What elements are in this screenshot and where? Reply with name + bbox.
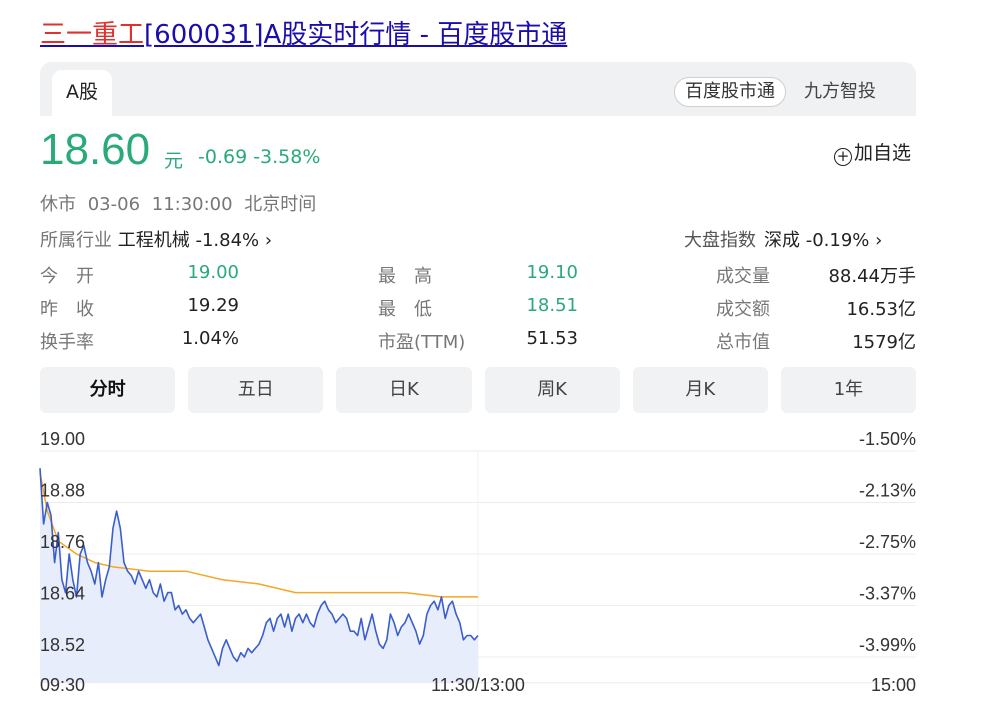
stat-label: 最 高 — [378, 266, 432, 287]
price-area — [40, 468, 478, 683]
stat-label: 市盈(TTM) — [378, 332, 466, 353]
stat-label: 成交量 — [716, 266, 770, 287]
add-watchlist-label: 加自选 — [854, 142, 912, 164]
pct-tick-label: -2.75% — [859, 532, 916, 552]
stat-pe-ttm: 51.53 — [526, 328, 578, 349]
source-baidu-button[interactable]: 百度股市通 — [674, 77, 786, 107]
stat-label: 换手率 — [40, 332, 94, 353]
market-index-link[interactable]: 大盘指数 深成 -0.19% › — [684, 226, 882, 252]
price-unit: 元 — [164, 150, 184, 172]
title-stock-name[interactable]: 三一重工 — [40, 20, 144, 50]
pct-tick-label: -3.99% — [859, 635, 916, 655]
stat-label: 总市值 — [716, 332, 770, 353]
price-change: -0.69 -3.58% — [198, 146, 321, 168]
stat-open: 19.00 — [187, 262, 239, 283]
industry-value: 工程机械 -1.84% › — [117, 230, 273, 251]
stats-row: 昨 收 19.29 最 低 18.51 成交额 16.53亿 — [40, 295, 916, 328]
current-price: 18.60 — [40, 125, 151, 174]
stat-label: 成交额 — [716, 299, 770, 320]
pct-tick-label: -3.37% — [859, 584, 916, 604]
stat-high: 19.10 — [526, 262, 578, 283]
tab-monthly-k[interactable]: 月K — [632, 367, 768, 413]
stats-row: 今 开 19.00 最 高 19.10 成交量 88.44万手 — [40, 262, 916, 295]
y-tick-label: 18.52 — [40, 635, 85, 655]
market-index-value: 深成 -0.19% › — [764, 230, 883, 251]
stat-market-cap: 1579亿 — [852, 332, 916, 353]
stat-prev-close: 19.29 — [187, 295, 239, 316]
plus-circle-icon: + — [834, 148, 852, 166]
stats-grid: 今 开 19.00 最 高 19.10 成交量 88.44万手 昨 收 19.2… — [40, 262, 916, 361]
stat-turnover-rate: 1.04% — [181, 328, 239, 349]
tab-daily-k[interactable]: 日K — [336, 367, 472, 413]
tab-weekly-k[interactable]: 周K — [484, 367, 620, 413]
tab-five-day[interactable]: 五日 — [188, 367, 324, 413]
market-index-label: 大盘指数 — [684, 230, 756, 251]
page-title-link[interactable]: 三一重工[600031]A股实时行情 - 百度股市通 — [40, 14, 567, 51]
industry-label: 所属行业 — [40, 230, 112, 251]
quote-tab-bar: A股 百度股市通 九方智投 — [40, 62, 916, 116]
stat-volume: 88.44万手 — [828, 266, 916, 287]
y-tick-label: 18.88 — [40, 481, 85, 501]
tab-one-year[interactable]: 1年 — [780, 367, 917, 413]
market-status: 休市 03-06 11:30:00 北京时间 — [40, 194, 317, 215]
add-watchlist-button[interactable]: + 加自选 — [834, 138, 911, 166]
x-tick-label: 09:30 — [40, 675, 85, 695]
stat-low: 18.51 — [526, 295, 578, 316]
stat-turnover-amount: 16.53亿 — [846, 299, 916, 320]
stat-label: 最 低 — [378, 299, 432, 320]
industry-link[interactable]: 所属行业 工程机械 -1.84% › — [40, 226, 272, 252]
pct-tick-label: -1.50% — [859, 429, 916, 449]
y-tick-label: 18.64 — [40, 584, 85, 604]
stats-row: 换手率 1.04% 市盈(TTM) 51.53 总市值 1579亿 — [40, 328, 916, 361]
period-tabs: 分时 五日 日K 周K 月K 1年 — [40, 367, 917, 413]
tab-a-share[interactable]: A股 — [52, 70, 112, 116]
source-jiufang-link[interactable]: 九方智投 — [804, 77, 876, 107]
x-tick-label: 15:00 — [871, 675, 916, 695]
y-tick-label: 19.00 — [40, 429, 85, 449]
title-rest[interactable]: [600031]A股实时行情 - 百度股市通 — [144, 20, 567, 50]
y-tick-label: 18.76 — [40, 532, 85, 552]
x-tick-label: 11:30/13:00 — [431, 675, 525, 695]
intraday-chart[interactable]: 19.00 -1.50% 18.88 -2.13% 18.76 -2.75% 18.64 -3… — [0, 415, 1000, 709]
stat-label: 昨 收 — [40, 299, 94, 320]
tab-intraday[interactable]: 分时 — [40, 367, 176, 413]
pct-tick-label: -2.13% — [859, 481, 916, 501]
stat-label: 今 开 — [40, 266, 94, 287]
